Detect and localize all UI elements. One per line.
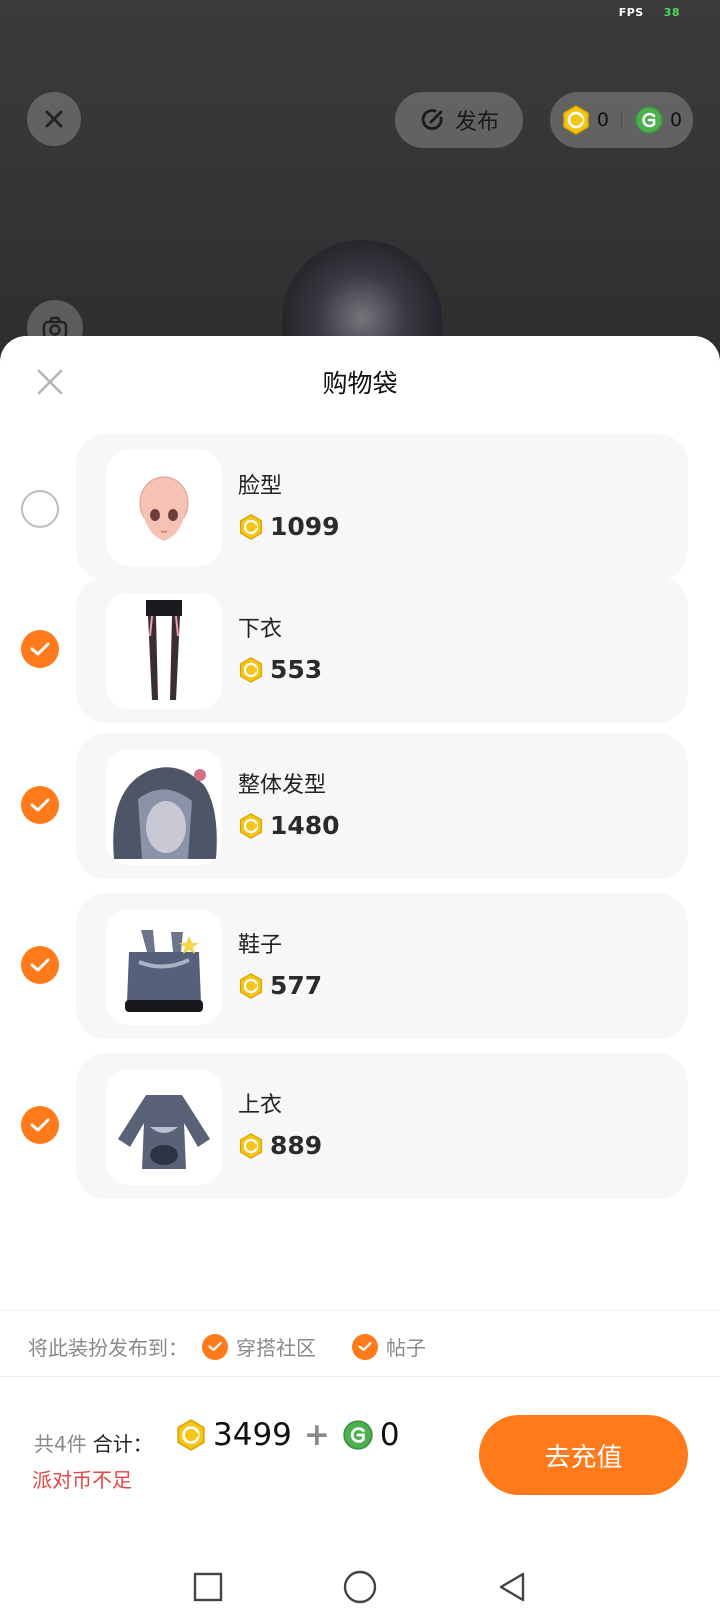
exit-button[interactable]: [27, 92, 81, 146]
plus-sign: +: [303, 1417, 330, 1453]
item-thumbnail: [106, 749, 222, 865]
hairstyle-image: [113, 767, 217, 859]
gold-coin-icon: [239, 656, 263, 683]
item-name: 整体发型: [238, 773, 327, 798]
fps-counter: FPS 38: [619, 6, 680, 19]
system-nav-bar: [0, 1562, 720, 1612]
shoes-image: [125, 930, 203, 1012]
item-name: 下衣: [238, 617, 283, 642]
home-icon[interactable]: [343, 1570, 377, 1604]
publish-option-community[interactable]: 穿搭社区: [202, 1332, 316, 1361]
publish-label: 发布: [454, 110, 499, 135]
cart-item-face[interactable]: 脸型 1099: [76, 434, 688, 580]
item-checkbox-face[interactable]: [21, 490, 59, 528]
item-thumbnail: [106, 909, 222, 1025]
gold-coin-icon: [239, 812, 263, 839]
shopping-bag-sheet: 购物袋 脸型 1099 下衣 553 整体发型 1480 鞋子 577 上衣 8…: [0, 336, 720, 1612]
order-summary: 共4件 合计：: [34, 1428, 153, 1457]
cart-item-hairstyle[interactable]: 整体发型 1480: [76, 733, 688, 879]
gold-coin-icon: [239, 513, 263, 540]
item-thumbnail: [106, 450, 222, 566]
item-count: 共4件: [34, 1432, 87, 1456]
gold-coin-icon: [239, 1132, 263, 1159]
divider: [0, 1376, 720, 1377]
publish-targets: 将此装扮发布到： 穿搭社区 帖子: [28, 1332, 426, 1361]
bottoms-image: [146, 600, 182, 700]
gold-coin-icon: [239, 972, 263, 999]
publish-option-post[interactable]: 帖子: [352, 1332, 426, 1361]
item-checkbox-top[interactable]: [21, 1106, 59, 1144]
total-label: 合计：: [92, 1432, 153, 1456]
item-checkbox-shoes[interactable]: [21, 946, 59, 984]
item-price: 1480: [238, 811, 340, 840]
recents-icon[interactable]: [193, 1572, 223, 1602]
gold-coin-icon: [563, 105, 589, 135]
item-price-value: 577: [270, 971, 323, 1000]
close-icon: [45, 110, 63, 128]
item-price-value: 1480: [270, 811, 340, 840]
checkmark-icon: [30, 798, 50, 812]
publish-button[interactable]: 发布: [395, 92, 523, 148]
gold-coin-balance: 0: [596, 109, 609, 131]
sheet-title: 购物袋: [322, 369, 398, 398]
divider: [0, 1310, 720, 1311]
insufficient-funds-warning: 派对币不足: [32, 1468, 132, 1492]
back-icon[interactable]: [497, 1571, 527, 1603]
item-name: 上衣: [238, 1093, 283, 1118]
item-name: 脸型: [238, 474, 283, 499]
green-coin-icon: [343, 1420, 373, 1450]
total-green-value: 0: [379, 1417, 400, 1453]
green-coin-balance: 0: [670, 109, 683, 131]
item-checkbox-bottoms[interactable]: [21, 630, 59, 668]
top-image: [118, 1095, 210, 1169]
item-thumbnail: [106, 593, 222, 709]
item-checkbox-hairstyle[interactable]: [21, 786, 59, 824]
publish-option-label: 帖子: [386, 1336, 426, 1360]
publish-icon: [421, 109, 443, 130]
balance-divider: [621, 113, 622, 127]
gold-coin-icon: [177, 1419, 205, 1451]
fps-value: 38: [663, 6, 680, 19]
green-coin-icon: [635, 106, 663, 134]
publish-to-label: 将此装扮发布到：: [28, 1336, 188, 1360]
wallet-balance[interactable]: 0 0: [550, 92, 693, 148]
recharge-button[interactable]: 去充值: [479, 1415, 688, 1495]
item-price-value: 889: [270, 1131, 323, 1160]
item-thumbnail: [106, 1069, 222, 1185]
item-price: 1099: [238, 512, 340, 541]
order-total: 3499 + 0: [175, 1417, 400, 1453]
item-price-value: 553: [270, 655, 323, 684]
checkmark-icon: [30, 1118, 50, 1132]
publish-option-label: 穿搭社区: [236, 1336, 316, 1360]
checkmark-icon: [30, 958, 50, 972]
total-gold-value: 3499: [213, 1417, 292, 1453]
check-icon: [202, 1333, 228, 1360]
item-name: 鞋子: [238, 933, 283, 958]
item-price: 889: [238, 1131, 322, 1160]
face-shape-image: [139, 476, 189, 541]
item-price: 577: [238, 971, 322, 1000]
cart-item-shoes[interactable]: 鞋子 577: [76, 893, 688, 1039]
item-price: 553: [238, 655, 322, 684]
cart-item-bottoms[interactable]: 下衣 553: [76, 577, 688, 723]
check-icon: [352, 1333, 378, 1360]
item-price-value: 1099: [270, 512, 340, 541]
checkmark-icon: [30, 642, 50, 656]
cart-item-top[interactable]: 上衣 889: [76, 1053, 688, 1199]
fps-label: FPS: [618, 6, 644, 19]
